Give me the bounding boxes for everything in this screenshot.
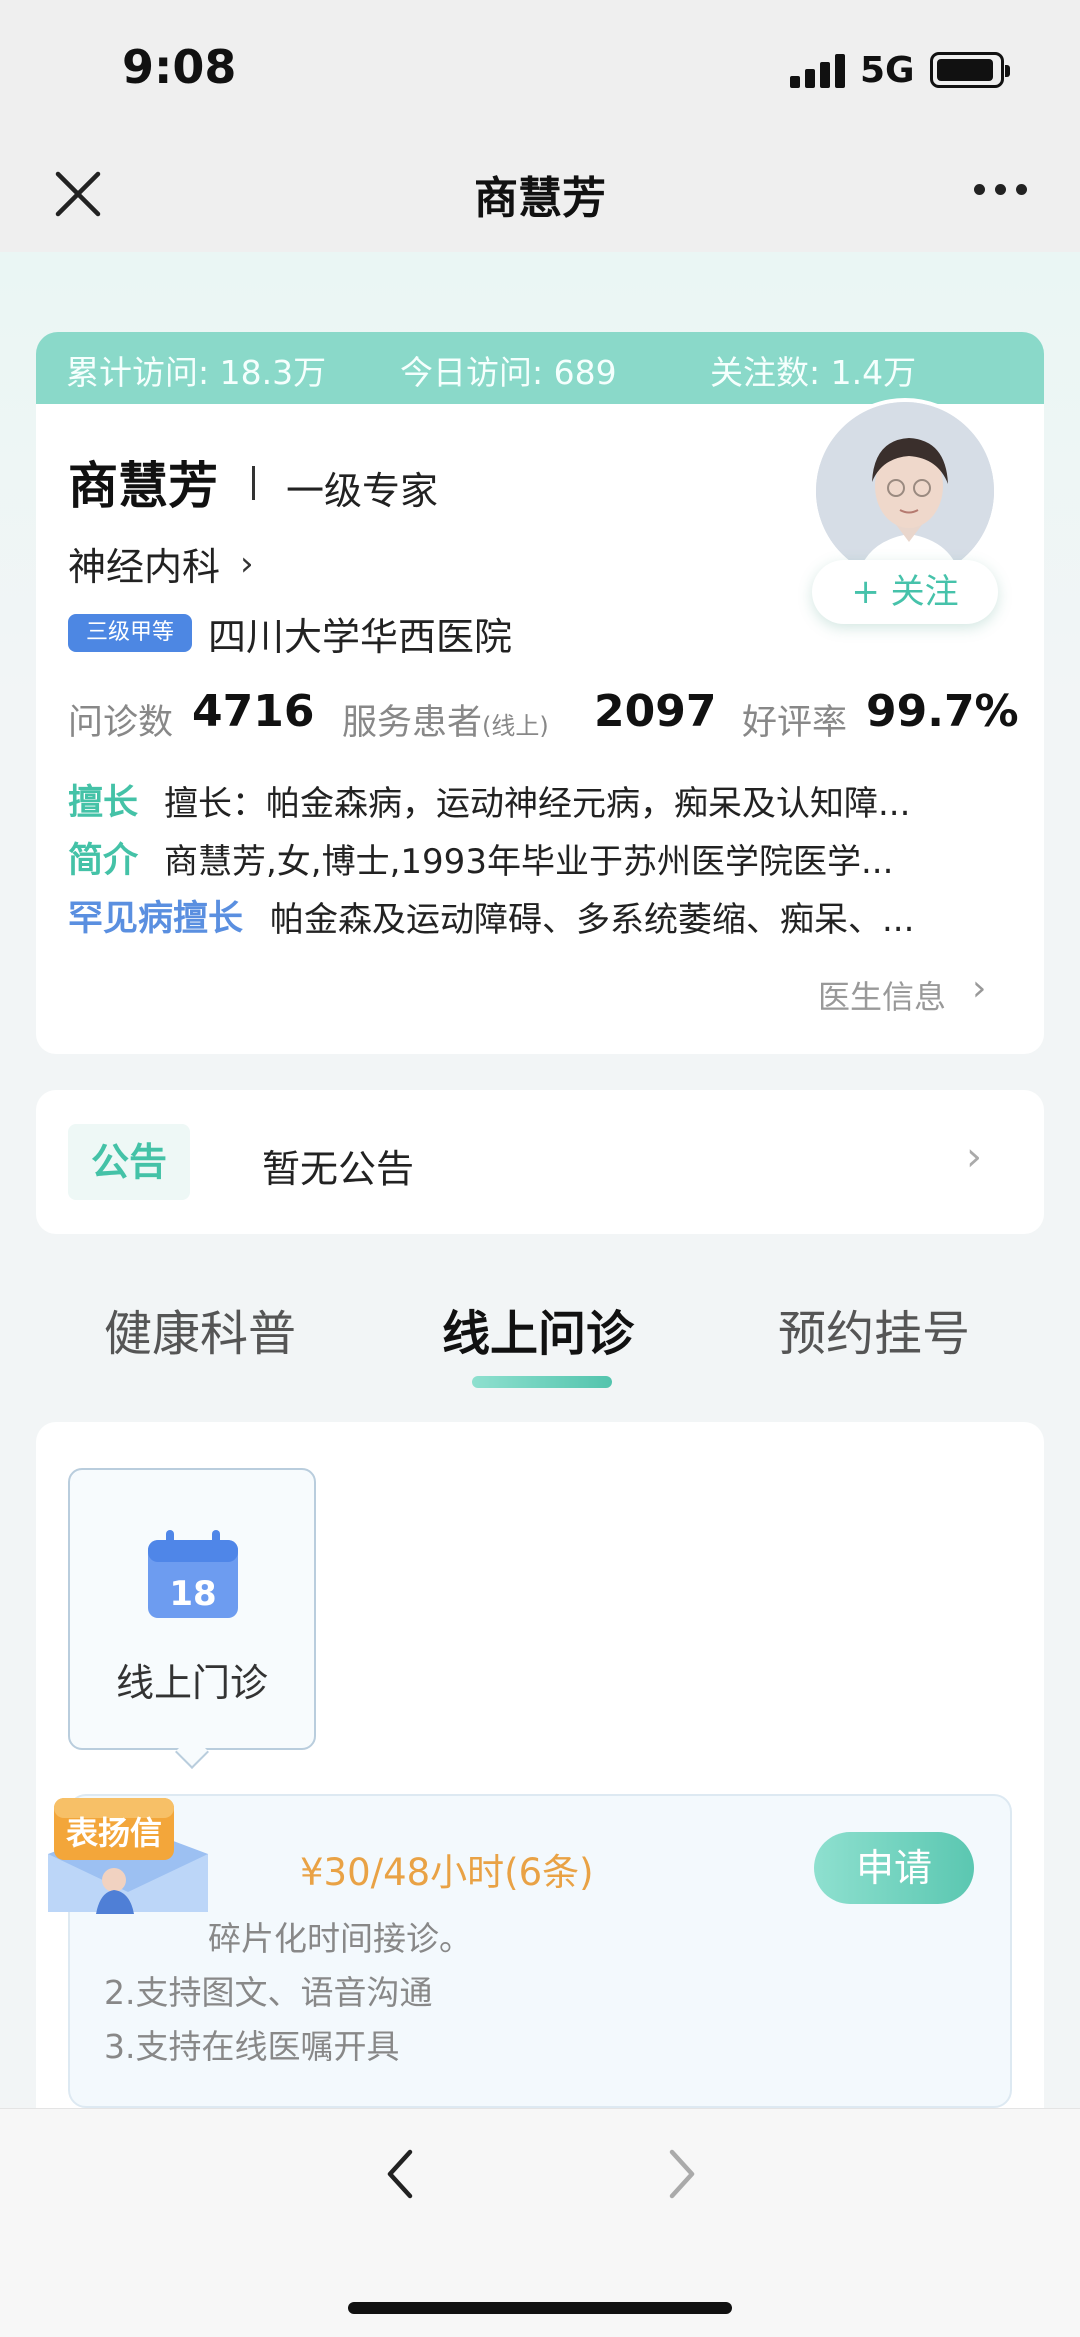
- followers-stat: 关注数: 1.4万: [710, 346, 916, 394]
- feature-item: 3.支持在线医嘱开具: [104, 2027, 400, 2066]
- praise-letter-badge[interactable]: 表扬信: [44, 1794, 212, 1918]
- rare-disease-text[interactable]: 帕金森及运动障碍、多系统萎缩、痴呆、...: [270, 892, 914, 941]
- chevron-right-icon: ›: [972, 968, 987, 1009]
- apply-button[interactable]: 申请: [814, 1832, 974, 1904]
- consult-count-label: 问诊数: [68, 703, 174, 743]
- avatar: [812, 398, 998, 584]
- home-indicator: [348, 2302, 732, 2314]
- tab-online-consultation[interactable]: 线上问诊: [442, 1294, 634, 1364]
- patients-sub-label: (线上): [482, 712, 549, 740]
- rare-disease-tag: 罕见病擅长: [68, 899, 244, 939]
- intro-tag: 简介: [68, 841, 139, 881]
- patients-served-label: 服务患者(线上): [342, 694, 549, 745]
- hospital-name[interactable]: 四川大学华西医院: [208, 606, 512, 661]
- title-divider: [252, 466, 255, 500]
- signal-icon: [790, 54, 846, 88]
- page-title: 商慧芳: [474, 173, 606, 224]
- follow-button[interactable]: + 关注: [812, 560, 998, 624]
- today-visits-stat: 今日访问: 689: [400, 346, 617, 394]
- doctor-title: 一级专家: [286, 469, 439, 513]
- followers-label: 关注数:: [710, 353, 821, 392]
- tab-health-education[interactable]: 健康科普: [104, 1294, 296, 1364]
- feature-item: 2.支持图文、语音沟通: [104, 1973, 433, 2012]
- specialty-text[interactable]: 擅长：帕金森病，运动神经元病，痴呆及认知障...: [164, 776, 910, 825]
- today-visits-value: 689: [553, 353, 617, 392]
- hospital-level-badge: 三级甲等: [68, 614, 192, 652]
- patients-label-text: 服务患者: [342, 703, 483, 743]
- doctor-name: 商慧芳: [68, 457, 218, 515]
- forward-arrow-icon[interactable]: [662, 2144, 702, 2204]
- praise-letter-label: 表扬信: [66, 1814, 162, 1852]
- calendar-day-number: 18: [169, 1574, 216, 1614]
- total-visits-label: 累计访问:: [66, 353, 210, 392]
- consult-count-value: 4716: [192, 686, 315, 737]
- chevron-right-icon: ›: [966, 1134, 982, 1180]
- intro-text[interactable]: 商慧芳,女,博士,1993年毕业于苏州医学院医学...: [164, 834, 893, 883]
- more-icon[interactable]: [974, 184, 1028, 200]
- active-tab-indicator: [472, 1376, 612, 1388]
- online-clinic-label: 线上门诊: [115, 1661, 268, 1705]
- today-visits-label: 今日访问:: [400, 353, 544, 392]
- chevron-right-icon: ›: [240, 544, 254, 584]
- total-visits-stat: 累计访问: 18.3万: [66, 346, 326, 394]
- calendar-icon: 18: [148, 1530, 238, 1618]
- doctor-info-link[interactable]: 医生信息: [818, 972, 946, 1018]
- notice-tag: 公告: [68, 1124, 190, 1200]
- rating-value: 99.7%: [866, 686, 1019, 737]
- service-price: ¥30/48小时(6条): [300, 1851, 594, 1894]
- close-icon[interactable]: [52, 168, 104, 220]
- network-type: 5G: [860, 50, 915, 91]
- feature-item: 碎片化时间接诊。: [208, 1919, 472, 1958]
- specialty-tag: 擅长: [68, 783, 139, 823]
- status-time: 9:08: [122, 40, 237, 94]
- total-visits-value: 18.3万: [219, 353, 327, 392]
- back-arrow-icon[interactable]: [380, 2144, 420, 2204]
- rating-label: 好评率: [742, 703, 848, 743]
- patients-served-value: 2097: [594, 686, 717, 737]
- followers-value: 1.4万: [830, 353, 917, 392]
- notice-text: 暂无公告: [262, 1147, 415, 1191]
- battery-icon: [930, 52, 1010, 88]
- department-link[interactable]: 神经内科: [68, 536, 220, 591]
- tab-appointment[interactable]: 预约挂号: [778, 1294, 970, 1364]
